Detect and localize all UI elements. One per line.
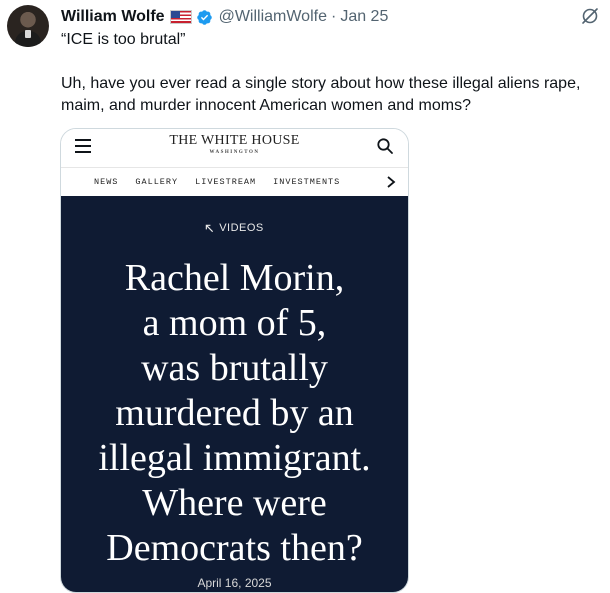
nav-livestream[interactable]: LIVESTREAM <box>195 177 256 187</box>
tag-label: VIDEOS <box>219 222 264 234</box>
headline: Rachel Morin, a mom of 5, was brutally m… <box>61 256 408 571</box>
nav-news[interactable]: NEWS <box>94 177 118 187</box>
tweet-header: William Wolfe @WilliamWolfe · Jan 25 <box>61 6 600 28</box>
search-icon[interactable] <box>376 137 394 155</box>
grok-icon[interactable] <box>580 6 600 26</box>
tweet-body: Uh, have you ever read a single story ab… <box>61 75 581 114</box>
chevron-right-icon[interactable] <box>386 176 396 188</box>
site-title: THE WHITE HOUSE <box>169 133 300 148</box>
site-logo[interactable]: THE WHITE HOUSE WASHINGTON <box>61 133 408 155</box>
site-nav: NEWS GALLERY LIVESTREAM INVESTMENTS <box>61 167 408 197</box>
headline-line: a mom of 5, <box>142 302 327 344</box>
headline-line: murdered by an <box>115 392 354 434</box>
media-card[interactable]: THE WHITE HOUSE WASHINGTON NEWS GALLERY … <box>60 128 409 593</box>
author-name[interactable]: William Wolfe <box>61 8 165 26</box>
site-subtitle: WASHINGTON <box>209 150 260 155</box>
headline-line: Where were <box>142 482 327 524</box>
us-flag-icon <box>169 10 192 24</box>
hero-panel: VIDEOS Rachel Morin, a mom of 5, was bru… <box>61 196 408 592</box>
author-handle[interactable]: @WilliamWolfe <box>219 8 327 26</box>
site-header: THE WHITE HOUSE WASHINGTON <box>61 129 408 167</box>
arrow-up-left-icon <box>205 224 214 233</box>
tweet-date[interactable]: Jan 25 <box>340 8 388 26</box>
headline-line: Democrats then? <box>106 527 363 569</box>
separator-dot: · <box>330 8 337 25</box>
nav-gallery[interactable]: GALLERY <box>135 177 178 187</box>
hero-date: April 16, 2025 <box>197 576 272 590</box>
avatar-collar <box>25 30 31 38</box>
videos-tag[interactable]: VIDEOS <box>61 222 408 234</box>
author-avatar[interactable] <box>7 5 49 47</box>
tweet-quote-line: “ICE is too brutal” <box>61 31 186 48</box>
verified-badge-icon[interactable] <box>196 9 213 26</box>
headline-line: was brutally <box>141 347 328 389</box>
nav-investments[interactable]: INVESTMENTS <box>273 177 340 187</box>
headline-line: Rachel Morin, <box>124 257 345 299</box>
headline-line: illegal immigrant. <box>98 437 371 479</box>
